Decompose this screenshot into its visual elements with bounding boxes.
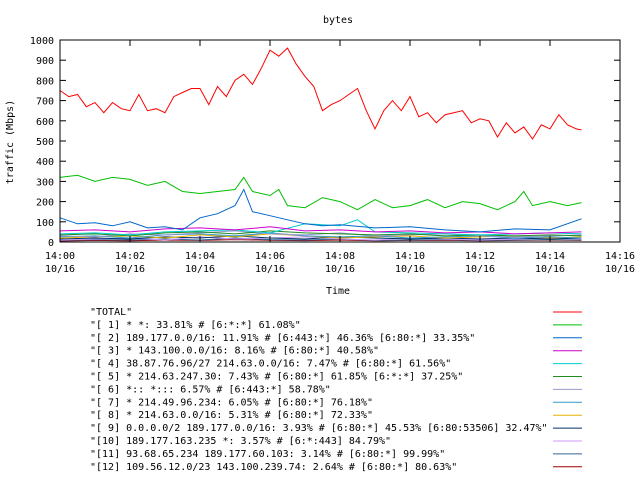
x-tick-label-time: 14:12 — [465, 251, 495, 262]
legend-entry-label: "[ 8] * 214.63.0.0/16: 5.31% # [6:80:*] … — [90, 410, 373, 421]
legend-entry-label: "[10] 189.177.163.235 *: 3.57% # [6:*:44… — [90, 436, 391, 447]
legend-entry-label: "[ 1] * *: 33.81% # [6:*:*] 61.08%" — [90, 320, 301, 331]
x-axis-label: Time — [326, 286, 350, 297]
x-tick-label-date: 10/16 — [395, 264, 425, 275]
x-tick-label-time: 14:16 — [605, 251, 635, 262]
series-lines — [59, 47, 582, 242]
x-tick-label-time: 14:14 — [535, 251, 565, 262]
legend-entry-label: "[ 4] 38.87.76.96/27 214.63.0.0/16: 7.47… — [90, 359, 451, 370]
x-tick-label-time: 14:08 — [325, 251, 355, 262]
y-tick-label: 700 — [36, 97, 54, 108]
series-line-4 — [59, 219, 582, 236]
traffic-chart: bytes traffic (Mbps) Time 0 100 200 300 400 5… — [5, 15, 635, 473]
x-tick-label-date: 10/16 — [255, 264, 285, 275]
y-tick-label: 500 — [36, 137, 54, 148]
x-tick-label-date: 10/16 — [185, 264, 215, 275]
legend-entry-label: "[ 7] * 214.49.96.234: 6.05% # [6:80:*] … — [90, 397, 373, 408]
series-line-0 — [59, 47, 582, 140]
y-tick-label: 100 — [36, 218, 54, 229]
legend-entry-label: "[12] 109.56.12.0/23 143.100.239.74: 2.6… — [90, 462, 457, 473]
series-line-1 — [59, 174, 582, 211]
legend-entry-label: "[ 9] 0.0.0.0/2 189.177.0.0/16: 3.93% # … — [90, 423, 548, 434]
y-tick-label: 200 — [36, 198, 54, 209]
x-tick-label-time: 14:04 — [185, 251, 215, 262]
chart-title: bytes — [323, 15, 353, 26]
x-tick-label-date: 10/16 — [605, 264, 635, 275]
series-line-2 — [59, 188, 582, 233]
y-tick-label: 800 — [36, 76, 54, 87]
x-tick-label-time: 14:00 — [45, 251, 75, 262]
y-tick-label: 1000 — [30, 36, 54, 47]
x-tick-label-time: 14:02 — [115, 251, 145, 262]
x-tick-label-date: 10/16 — [465, 264, 495, 275]
x-tick-label-time: 14:10 — [395, 251, 425, 262]
plot-frame — [59, 39, 621, 243]
legend-entry-label: "[ 3] * 143.100.0.0/16: 8.16% # [6:80:*]… — [90, 346, 379, 357]
legend-entry-label: "[ 2] 189.177.0.0/16: 11.91% # [6:443:*]… — [90, 333, 475, 344]
x-tick-label-date: 10/16 — [45, 264, 75, 275]
legend: "TOTAL" "[ 1] * *: 33.81% # [6:*:*] 61.08… — [90, 307, 582, 473]
legend-entry-label: "[ 5] * 214.63.247.30: 7.43% # [6:80:*] … — [90, 372, 463, 383]
x-tick-label-date: 10/16 — [535, 264, 565, 275]
y-tick-label: 900 — [36, 56, 54, 67]
legend-entry-label: "[ 6] *:: *::: 6.57% # [6:443:*] 58.78%" — [90, 384, 331, 395]
y-axis-label: traffic (Mbps) — [5, 100, 16, 184]
x-tick-label-time: 14:06 — [255, 251, 285, 262]
legend-entry-label: "TOTAL" — [90, 307, 132, 318]
y-tick-label: 400 — [36, 157, 54, 168]
x-tick-label-date: 10/16 — [325, 264, 355, 275]
y-tick-label: 0 — [48, 238, 54, 249]
x-tick-label-date: 10/16 — [115, 264, 145, 275]
y-tick-label: 600 — [36, 117, 54, 128]
y-tick-label: 300 — [36, 177, 54, 188]
legend-entry-label: "[11] 93.68.65.234 189.177.60.103: 3.14%… — [90, 449, 445, 460]
